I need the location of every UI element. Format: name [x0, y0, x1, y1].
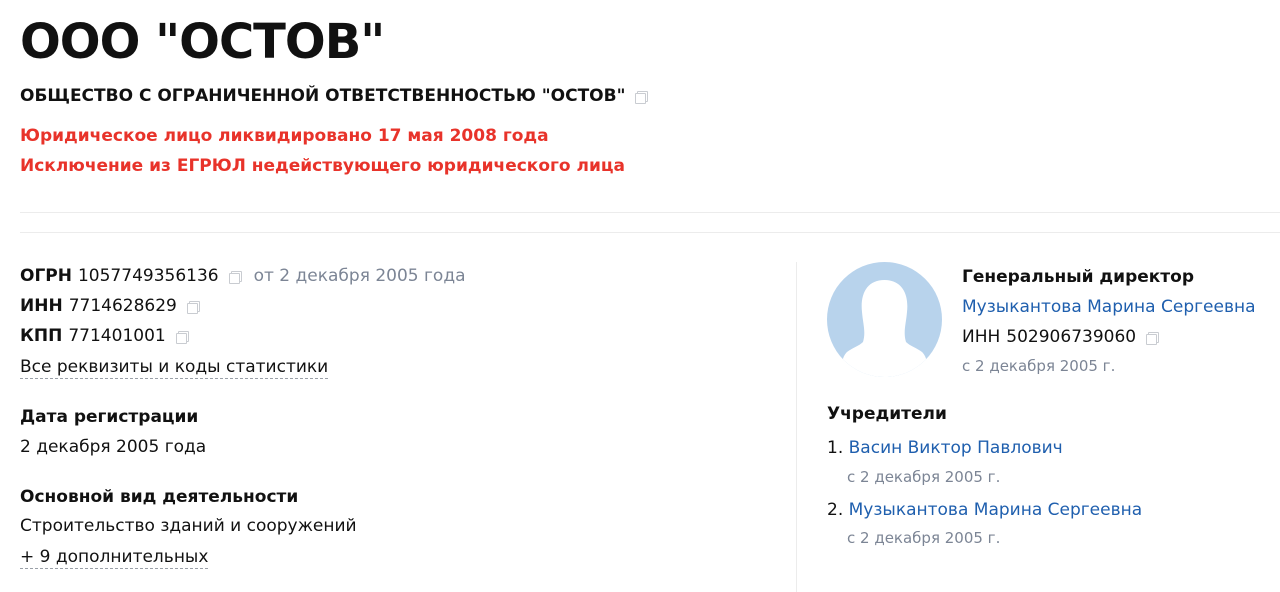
activity-label: Основной вид деятельности	[20, 487, 299, 507]
copy-icon[interactable]	[186, 300, 200, 314]
copy-icon[interactable]	[175, 330, 189, 344]
all-requisites-link-row: Все реквизиты и коды статистики	[20, 357, 329, 379]
director-inn-label: ИНН	[962, 327, 1001, 347]
ogrn-label: ОГРН	[20, 266, 72, 286]
founders-label: Учредители	[827, 404, 947, 424]
ogrn-value: 1057749356136	[77, 266, 219, 286]
founder-name-link[interactable]: Васин Виктор Павлович	[849, 438, 1063, 458]
activity-value: Строительство зданий и сооружений	[20, 516, 357, 536]
kpp-value: 771401001	[68, 326, 166, 346]
founder-number: 2.	[827, 500, 844, 520]
status-reason: Исключение из ЕГРЮЛ недействующего юриди…	[20, 156, 625, 176]
divider	[20, 212, 1280, 213]
kpp-label: КПП	[20, 326, 63, 346]
registration-label: Дата регистрации	[20, 407, 199, 427]
founder-item: 1. Васин Виктор Павлович	[827, 438, 1063, 458]
ogrn-date: от 2 декабря 2005 года	[253, 266, 466, 286]
founder-item: 2. Музыкантова Марина Сергеевна	[827, 500, 1142, 520]
all-requisites-link[interactable]: Все реквизиты и коды статистики	[20, 357, 329, 379]
copy-icon[interactable]	[1146, 331, 1160, 345]
company-full-name: ОБЩЕСТВО С ОГРАНИЧЕННОЙ ОТВЕТСТВЕННОСТЬЮ…	[20, 86, 649, 106]
activity-more-row: + 9 дополнительных	[20, 547, 209, 569]
copy-icon[interactable]	[635, 90, 649, 104]
director-name-link[interactable]: Музыкантова Марина Сергеевна	[962, 297, 1256, 317]
founder-since: с 2 декабря 2005 г.	[847, 468, 1001, 486]
founder-since: с 2 декабря 2005 г.	[847, 529, 1001, 547]
company-full-name-text: ОБЩЕСТВО С ОГРАНИЧЕННОЙ ОТВЕТСТВЕННОСТЬЮ…	[20, 86, 626, 106]
registration-date: 2 декабря 2005 года	[20, 437, 207, 457]
director-since: с 2 декабря 2005 г.	[962, 357, 1116, 375]
status-liquidated: Юридическое лицо ликвидировано 17 мая 20…	[20, 126, 549, 146]
kpp-row: КПП 771401001	[20, 326, 189, 346]
ogrn-row: ОГРН 1057749356136 от 2 декабря 2005 год…	[20, 266, 466, 286]
copy-icon[interactable]	[228, 270, 242, 284]
company-title: ООО "ОСТОВ"	[20, 14, 385, 70]
activity-more-link[interactable]: + 9 дополнительных	[20, 547, 209, 569]
inn-row: ИНН 7714628629	[20, 296, 200, 316]
column-divider	[796, 262, 797, 592]
director-role: Генеральный директор	[962, 267, 1195, 287]
divider	[20, 232, 1280, 233]
avatar	[827, 262, 942, 377]
founder-name-link[interactable]: Музыкантова Марина Сергеевна	[849, 500, 1143, 520]
director-inn-value: 502906739060	[1006, 327, 1137, 347]
founder-number: 1.	[827, 438, 844, 458]
avatar-silhouette-icon	[841, 280, 928, 377]
inn-value: 7714628629	[68, 296, 177, 316]
director-inn-row: ИНН 502906739060	[962, 327, 1160, 347]
inn-label: ИНН	[20, 296, 63, 316]
